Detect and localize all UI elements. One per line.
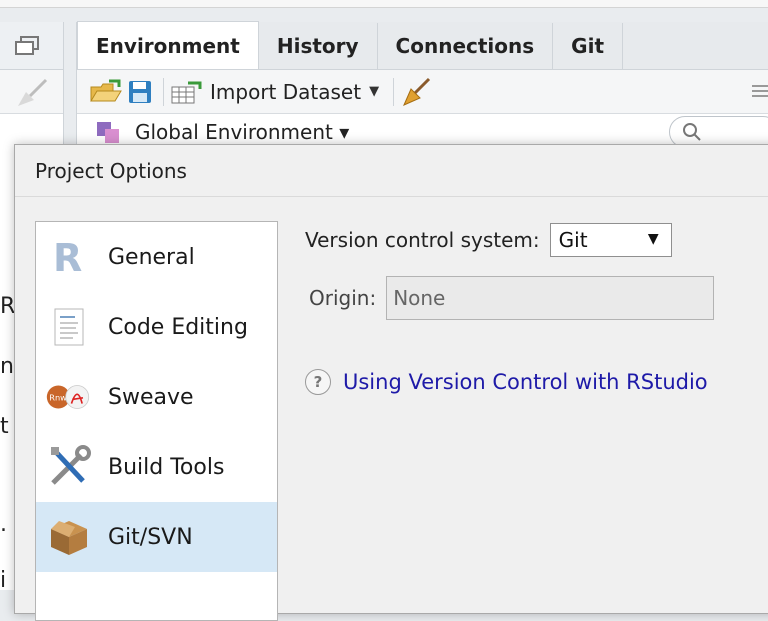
tab-connections[interactable]: Connections — [377, 23, 554, 69]
sweave-pdf-icon: Rnw — [46, 374, 92, 420]
tools-icon — [46, 444, 92, 490]
open-folder-icon[interactable] — [89, 77, 123, 107]
console-text-fragment: R — [0, 294, 16, 319]
r-logo-icon: R — [46, 234, 92, 280]
project-options-dialog: Project Options R General Code Editing R… — [14, 144, 768, 621]
options-sidebar: R General Code Editing Rnw Sweave Build … — [35, 221, 278, 621]
vcs-selected-value: Git — [558, 228, 588, 252]
left-pane-header — [0, 22, 63, 70]
sidebar-item-sweave[interactable]: Rnw Sweave — [36, 362, 277, 432]
environment-toolbar: Import Dataset ▼ — [77, 70, 768, 114]
sidebar-item-git-svn[interactable]: Git/SVN — [36, 502, 277, 572]
vcs-label: Version control system: — [305, 228, 540, 252]
toolbar-separator — [393, 77, 395, 106]
vcs-select[interactable]: Git ▼ — [549, 223, 672, 257]
help-icon: ? — [305, 369, 331, 395]
pane-tabs: Environment History Connections Git — [77, 21, 768, 70]
console-text-fragment: t — [0, 414, 9, 439]
sidebar-item-build-tools[interactable]: Build Tools — [36, 432, 277, 502]
sidebar-item-label: Sweave — [108, 384, 194, 410]
console-text-fragment: n — [0, 354, 14, 379]
broom-icon[interactable] — [400, 77, 434, 107]
origin-field: None — [386, 276, 715, 320]
toolbar-separator — [163, 77, 164, 106]
console-text-fragment: i — [0, 568, 7, 593]
svg-text:Rnw: Rnw — [49, 392, 67, 402]
save-icon[interactable] — [123, 77, 157, 107]
origin-row: Origin: None — [309, 276, 715, 320]
sidebar-item-label: Build Tools — [108, 454, 225, 480]
import-dataset-icon[interactable] — [170, 77, 204, 107]
sidebar-item-code-editing[interactable]: Code Editing — [36, 292, 277, 362]
tab-git[interactable]: Git — [553, 23, 624, 69]
version-control-help-link[interactable]: Using Version Control with RStudio — [343, 370, 708, 394]
sidebar-item-label: Code Editing — [108, 314, 248, 340]
dropdown-caret-icon: ▼ — [647, 231, 659, 247]
console-text-fragment: . — [0, 512, 7, 537]
menu-lines-icon[interactable] — [750, 82, 768, 100]
restore-pane-icon[interactable] — [14, 36, 40, 56]
sidebar-item-label: Git/SVN — [108, 524, 193, 550]
search-icon — [683, 123, 701, 141]
left-pane-toolbar — [0, 70, 63, 114]
environment-dropdown[interactable]: Global Environment ▾ — [135, 120, 349, 144]
origin-label: Origin: — [309, 286, 377, 310]
dialog-title: Project Options — [15, 145, 768, 197]
sidebar-item-general[interactable]: R General — [36, 222, 277, 292]
sidebar-item-label: General — [108, 244, 195, 270]
tab-history[interactable]: History — [258, 23, 378, 69]
environment-icon — [97, 122, 119, 143]
window-top-strip — [0, 0, 768, 8]
import-dataset-button[interactable]: Import Dataset — [210, 80, 361, 104]
help-row: ? Using Version Control with RStudio — [305, 369, 708, 395]
tab-environment[interactable]: Environment — [77, 21, 259, 69]
svg-text:R: R — [53, 237, 82, 277]
package-box-icon — [46, 514, 92, 560]
vcs-row: Version control system: Git ▼ — [305, 223, 705, 257]
document-icon — [46, 304, 92, 350]
clear-console-icon[interactable] — [14, 78, 50, 108]
chevron-down-icon[interactable]: ▼ — [369, 84, 379, 99]
